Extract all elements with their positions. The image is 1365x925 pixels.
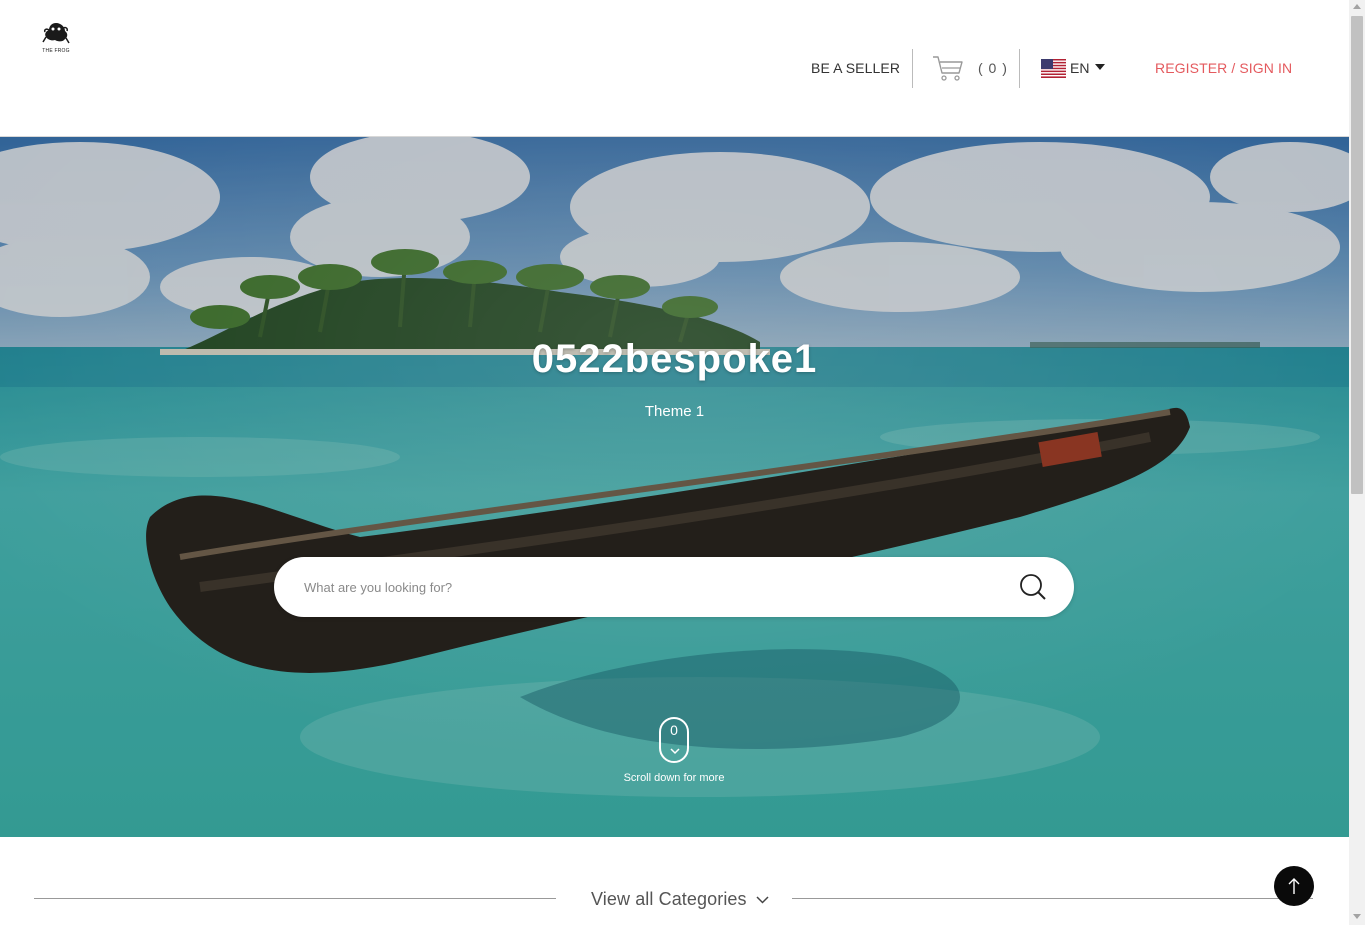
search-button[interactable] [1018,572,1048,602]
view-all-categories-button[interactable]: View all Categories [591,889,747,910]
uk-flag-icon [1041,58,1066,78]
mouse-scroll-icon: 0 [659,717,689,763]
language-selector[interactable]: EN [1041,48,1106,88]
cart-button[interactable]: ( 0 ) [932,48,1008,88]
header-divider [912,49,913,88]
scroll-down-indicator[interactable]: 0 Scroll down for more [620,717,728,787]
categories-section: View all Categories [0,837,1349,925]
scroll-up-arrow-icon[interactable] [1353,4,1361,9]
shopping-cart-icon [933,56,963,81]
logo-text: THE FROG [42,48,70,54]
mouse-digit: 0 [670,722,678,738]
page-scrollbar[interactable] [1349,0,1365,925]
page: THE FROG BE A SELLER ( 0 ) EN REGISTER /… [0,0,1365,925]
chevron-down-icon [670,748,680,755]
scroll-down-arrow-icon[interactable] [1353,914,1361,919]
search-input[interactable] [304,575,984,599]
chevron-down-icon[interactable] [756,896,769,904]
site-header: THE FROG BE A SELLER ( 0 ) EN REGISTER /… [0,0,1349,137]
register-sign-in-link[interactable]: REGISTER / SIGN IN [1155,48,1292,88]
back-to-top-button[interactable] [1274,866,1314,906]
divider-line-left [34,898,556,899]
search-icon [1020,574,1046,600]
scroll-down-text: Scroll down for more [623,772,725,784]
cart-count: ( 0 ) [978,60,1008,76]
divider-line-right [792,898,1313,899]
frog-logo-icon[interactable]: THE FROG [40,20,72,58]
caret-down-icon [1095,64,1106,70]
hero-banner: 0522bespoke1 Theme 1 0 Scroll down for m… [0,137,1349,837]
search-bar [274,557,1074,617]
header-divider [1019,49,1020,88]
hero-title: 0522bespoke1 [531,337,818,381]
be-a-seller-link[interactable]: BE A SELLER [811,48,900,88]
scrollbar-thumb[interactable] [1351,16,1363,494]
language-label: EN [1070,60,1090,76]
arrow-up-icon [1288,878,1300,894]
hero-subtitle: Theme 1 [644,403,705,420]
